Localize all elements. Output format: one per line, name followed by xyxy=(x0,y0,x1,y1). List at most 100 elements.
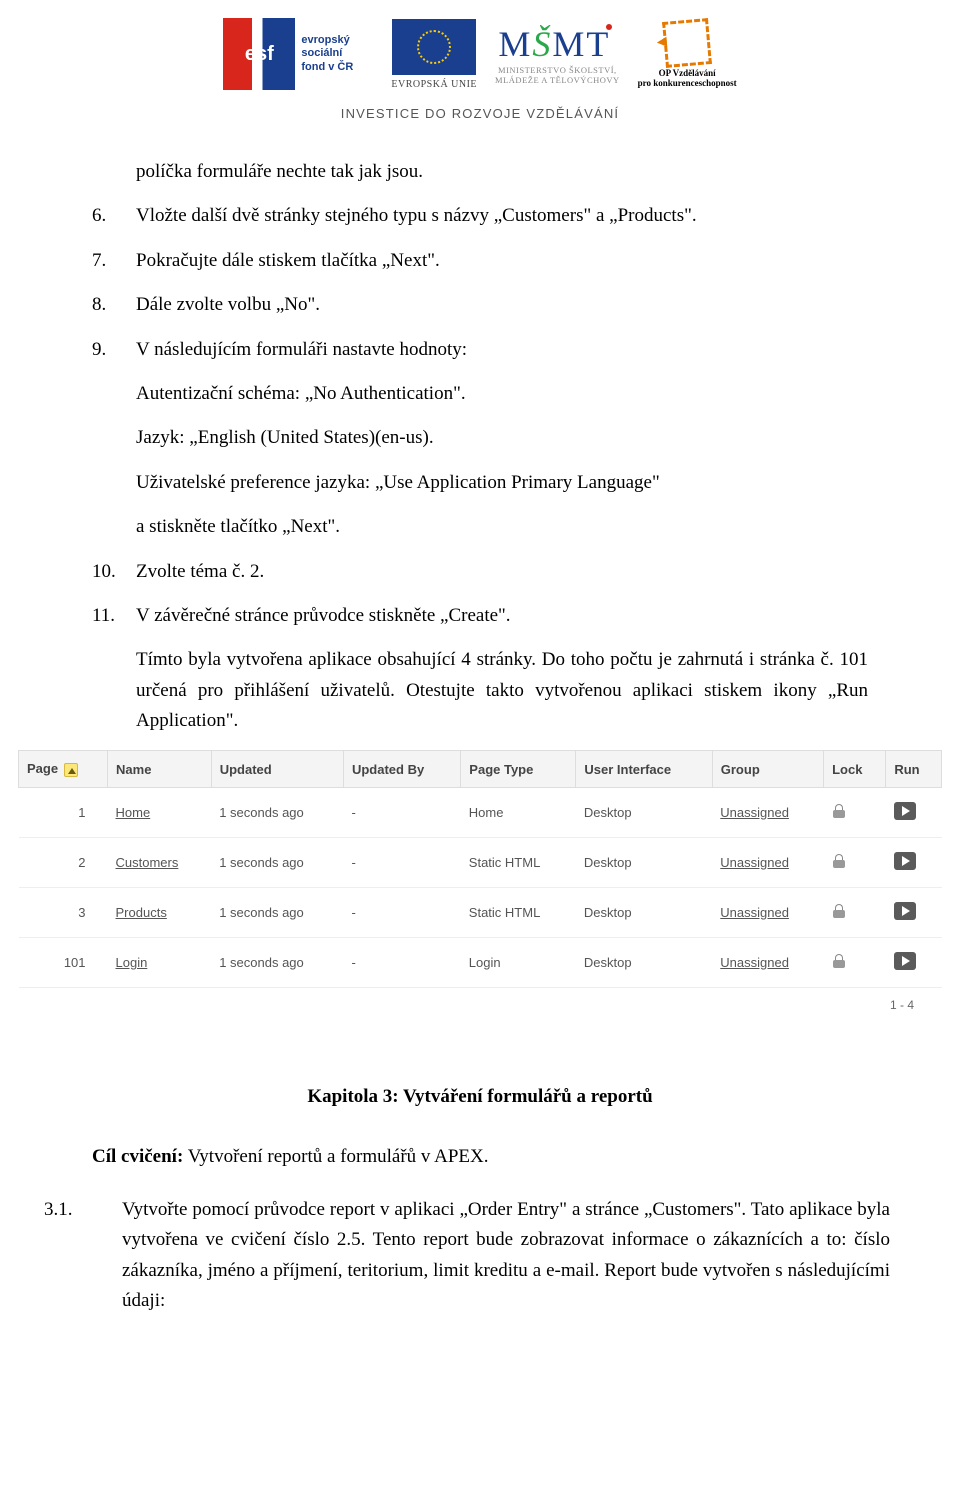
table-pagination: 1 - 4 xyxy=(18,998,914,1012)
header-logo-strip: esf evropský sociální fond v ČR EVROPSKÁ… xyxy=(0,0,960,94)
col-header-page-type[interactable]: Page Type xyxy=(461,751,576,788)
eu-caption: EVROPSKÁ UNIE xyxy=(391,79,477,90)
col-header-ui[interactable]: User Interface xyxy=(576,751,712,788)
table-row: 2 Customers 1 seconds ago-Static HTMLDeskt… xyxy=(19,838,942,888)
cell-name: Login xyxy=(108,938,212,988)
cell-page-type: Home xyxy=(461,788,576,838)
section-text-3-1: Vytvořte pomocí průvodce report v aplika… xyxy=(122,1195,890,1317)
table-row: 3 Products 1 seconds ago-Static HTMLDeskto… xyxy=(19,888,942,938)
cell-group: Unassigned xyxy=(712,888,823,938)
list-text-7: Pokračujte dále stiskem tlačítka „Next". xyxy=(136,246,868,276)
list-text-8: Dále zvolte volbu „No". xyxy=(136,290,868,320)
list-number-7: 7. xyxy=(92,246,136,276)
cell-lock xyxy=(824,888,886,938)
cell-updated: 1 seconds ago xyxy=(211,788,343,838)
cell-ui: Desktop xyxy=(576,838,712,888)
cell-page: 2 xyxy=(19,838,108,888)
cell-run xyxy=(886,838,942,888)
subtext-auth-schema: Autentizační schéma: „No Authentication"… xyxy=(136,379,868,409)
eu-flag-icon xyxy=(392,19,476,75)
lock-icon[interactable] xyxy=(832,854,846,868)
cell-page-type: Static HTML xyxy=(461,838,576,888)
lock-icon[interactable] xyxy=(832,904,846,918)
cell-group: Unassigned xyxy=(712,838,823,888)
cell-name: Products xyxy=(108,888,212,938)
group-link[interactable]: Unassigned xyxy=(720,905,789,920)
cell-name: Customers xyxy=(108,838,212,888)
cell-lock xyxy=(824,838,886,888)
msmt-logo: MŠMT MINISTERSTVO ŠKOLSTVÍ, MLÁDEŽE A TĚ… xyxy=(495,23,620,85)
opvk-caption-line1: OP Vzdělávání xyxy=(659,68,716,78)
cell-page: 101 xyxy=(19,938,108,988)
group-link[interactable]: Unassigned xyxy=(720,955,789,970)
cell-page-type: Static HTML xyxy=(461,888,576,938)
page-name-link[interactable]: Home xyxy=(116,805,151,820)
cell-updated-by: - xyxy=(343,788,460,838)
cell-ui: Desktop xyxy=(576,938,712,988)
page-name-link[interactable]: Login xyxy=(116,955,148,970)
msmt-caption: MINISTERSTVO ŠKOLSTVÍ, MLÁDEŽE A TĚLOVÝC… xyxy=(495,65,620,85)
eu-logo: EVROPSKÁ UNIE xyxy=(391,19,477,90)
page-name-link[interactable]: Customers xyxy=(116,855,179,870)
lock-icon[interactable] xyxy=(832,954,846,968)
cell-lock xyxy=(824,788,886,838)
esf-logo: esf evropský sociální fond v ČR xyxy=(223,18,373,90)
col-header-name[interactable]: Name xyxy=(108,751,212,788)
list-text-9: V následujícím formuláři nastavte hodnot… xyxy=(136,335,868,365)
cell-ui: Desktop xyxy=(576,888,712,938)
paragraph-intro: políčka formuláře nechte tak jak jsou. xyxy=(136,157,868,187)
list-number-8: 8. xyxy=(92,290,136,320)
col-header-run[interactable]: Run xyxy=(886,751,942,788)
list-number-10: 10. xyxy=(92,557,136,587)
investice-tagline: INVESTICE DO ROZVOJE VZDĚLÁVÁNÍ xyxy=(0,106,960,121)
opvk-caption-line2: pro konkurenceschopnost xyxy=(638,78,737,88)
chapter-3-title: Kapitola 3: Vytváření formulářů a report… xyxy=(70,1082,890,1112)
subtext-user-pref: Uživatelské preference jazyka: „Use Appl… xyxy=(136,468,868,498)
cell-updated-by: - xyxy=(343,888,460,938)
list-number-6: 6. xyxy=(92,201,136,231)
col-header-updated-by[interactable]: Updated By xyxy=(343,751,460,788)
opvk-logo: OP Vzdělávání pro konkurenceschopnost xyxy=(638,20,737,88)
col-header-page[interactable]: Page xyxy=(19,751,108,788)
msmt-caption-line2: MLÁDEŽE A TĚLOVÝCHOVY xyxy=(495,75,620,85)
pages-table: Page Name Updated Updated By Page Type U… xyxy=(18,750,942,988)
subtext-language: Jazyk: „English (United States)(en-us). xyxy=(136,423,868,453)
cell-run xyxy=(886,788,942,838)
table-row: 101Login1 seconds ago-LoginDesktopUnassi… xyxy=(19,938,942,988)
cil-text: Vytvoření reportů a formulářů v APEX. xyxy=(183,1146,488,1167)
cell-updated: 1 seconds ago xyxy=(211,888,343,938)
run-icon[interactable] xyxy=(894,902,916,920)
page-name-link[interactable]: Products xyxy=(116,905,167,920)
cell-page: 3 xyxy=(19,888,108,938)
cil-label: Cíl cvičení: xyxy=(92,1146,183,1167)
cell-updated-by: - xyxy=(343,938,460,988)
run-icon[interactable] xyxy=(894,952,916,970)
col-header-updated[interactable]: Updated xyxy=(211,751,343,788)
esf-caption: evropský sociální fond v ČR xyxy=(301,34,373,74)
lock-icon[interactable] xyxy=(832,804,846,818)
list-text-6: Vložte další dvě stránky stejného typu s… xyxy=(136,201,868,231)
cell-updated-by: - xyxy=(343,838,460,888)
pages-table-screenshot: Page Name Updated Updated By Page Type U… xyxy=(18,750,942,1012)
sort-asc-icon[interactable] xyxy=(64,763,78,777)
table-row: 1Home1 seconds ago-HomeDesktopUnassigned xyxy=(19,788,942,838)
col-header-group[interactable]: Group xyxy=(712,751,823,788)
cell-updated: 1 seconds ago xyxy=(211,838,343,888)
cell-lock xyxy=(824,938,886,988)
cell-run xyxy=(886,888,942,938)
cell-updated: 1 seconds ago xyxy=(211,938,343,988)
group-link[interactable]: Unassigned xyxy=(720,855,789,870)
cell-group: Unassigned xyxy=(712,788,823,838)
col-header-page-label: Page xyxy=(27,761,58,776)
cell-name: Home xyxy=(108,788,212,838)
msmt-mark-icon: MŠMT xyxy=(498,23,616,65)
run-icon[interactable] xyxy=(894,802,916,820)
msmt-caption-line1: MINISTERSTVO ŠKOLSTVÍ, xyxy=(498,65,617,75)
cell-run xyxy=(886,938,942,988)
group-link[interactable]: Unassigned xyxy=(720,805,789,820)
list-text-11: V závěrečné stránce průvodce stiskněte „… xyxy=(136,601,868,631)
run-icon[interactable] xyxy=(894,852,916,870)
esf-badge-icon: esf xyxy=(223,18,295,90)
col-header-lock[interactable]: Lock xyxy=(824,751,886,788)
cell-group: Unassigned xyxy=(712,938,823,988)
